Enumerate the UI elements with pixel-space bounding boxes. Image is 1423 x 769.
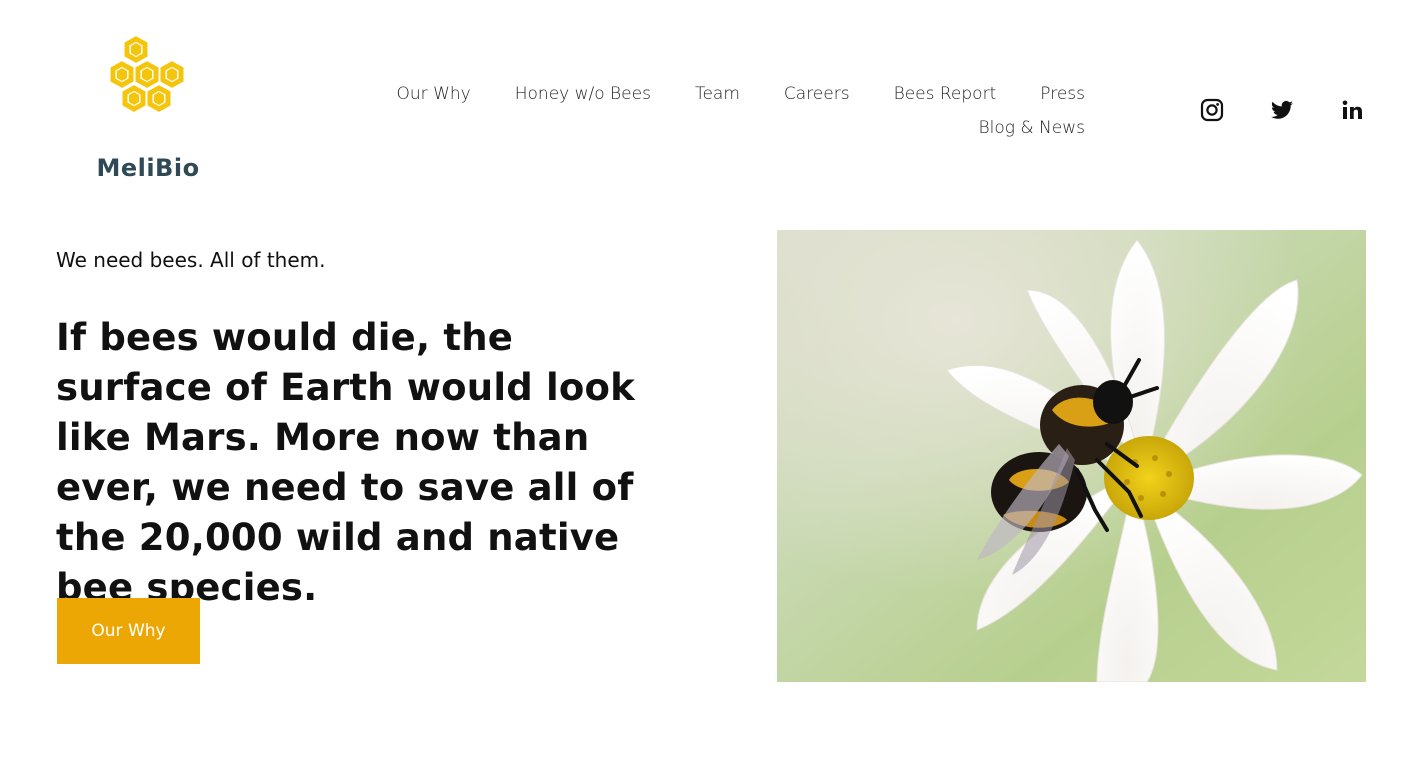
hero-headline: If bees would die, the surface of Earth …: [56, 316, 635, 609]
instagram-icon[interactable]: [1200, 98, 1224, 122]
nav-item-careers[interactable]: Careers: [784, 82, 850, 106]
nav-item-team[interactable]: Team: [695, 82, 740, 106]
main-navigation: Our Why Honey w/o Bees Team Careers Bees…: [380, 82, 1085, 140]
twitter-icon[interactable]: [1270, 98, 1294, 122]
nav-item-blog-news[interactable]: Blog & News: [979, 116, 1085, 140]
social-links: [1200, 98, 1364, 122]
hero-tagline: We need bees. All of them.: [56, 248, 326, 272]
bee-flower-illustration: [777, 230, 1366, 682]
nav-item-press[interactable]: Press: [1040, 82, 1085, 106]
nav-item-honey-without-bees[interactable]: Honey w/o Bees: [515, 82, 651, 106]
our-why-button[interactable]: Our Why: [57, 598, 200, 664]
honeycomb-logo-icon: [110, 36, 184, 112]
nav-item-our-why[interactable]: Our Why: [397, 82, 471, 106]
nav-item-bees-report[interactable]: Bees Report: [894, 82, 997, 106]
brand-name: MeliBio: [96, 154, 200, 182]
linkedin-icon[interactable]: [1340, 98, 1364, 122]
brand-logo[interactable]: MeliBio: [92, 34, 204, 186]
hero-image-bee-on-flower: [777, 230, 1366, 682]
